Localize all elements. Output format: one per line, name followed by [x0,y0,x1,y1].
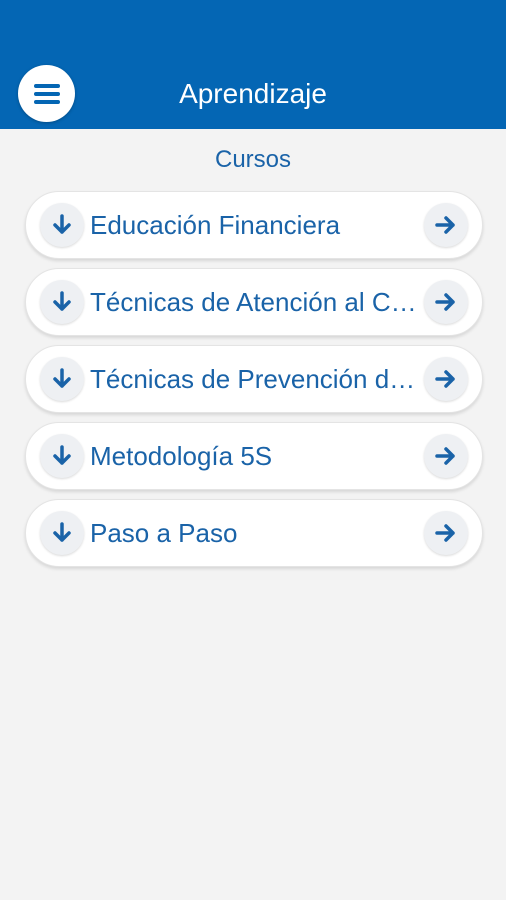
course-label: Técnicas de Atención al Cliente [90,287,422,317]
course-item[interactable]: Paso a Paso [25,499,483,567]
course-item[interactable]: Técnicas de Prevención de Lavado de Acti… [25,345,483,413]
course-item[interactable]: Metodología 5S [25,422,483,490]
download-button[interactable] [40,280,84,324]
course-label: Paso a Paso [90,518,238,548]
arrow-down-icon [50,290,74,314]
course-item[interactable]: Técnicas de Atención al Cliente [25,268,483,336]
open-course-button[interactable] [424,280,468,324]
arrow-right-icon [434,290,458,314]
download-button[interactable] [40,434,84,478]
open-course-button[interactable] [424,434,468,478]
course-label: Educación Financiera [90,210,341,240]
arrow-right-icon [434,367,458,391]
arrow-down-icon [50,367,74,391]
arrow-right-icon [434,521,458,545]
arrow-down-icon [50,521,74,545]
app-header: Aprendizaje [0,0,506,129]
course-item[interactable]: Educación Financiera [25,191,483,259]
course-list: Educación Financiera Técnicas de Atenció… [25,191,483,576]
course-label: Metodología 5S [90,441,273,471]
open-course-button[interactable] [424,203,468,247]
open-course-button[interactable] [424,357,468,401]
page-title: Aprendizaje [179,78,327,109]
section-title: Cursos [214,146,292,173]
download-button[interactable] [40,511,84,555]
arrow-right-icon [434,213,458,237]
arrow-down-icon [50,213,74,237]
open-course-button[interactable] [424,511,468,555]
arrow-down-icon [50,444,74,468]
arrow-right-icon [434,444,458,468]
download-button[interactable] [40,203,84,247]
download-button[interactable] [40,357,84,401]
course-label: Técnicas de Prevención de Lavado de Acti… [90,364,422,394]
